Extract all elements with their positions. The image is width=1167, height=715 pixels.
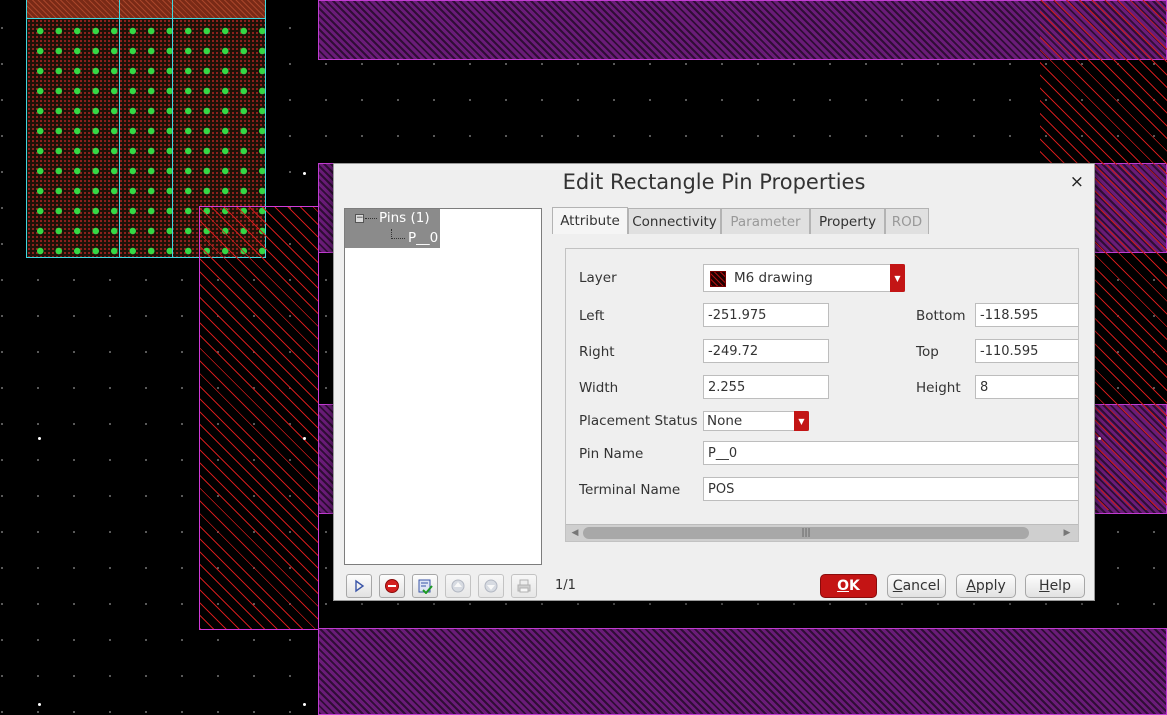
tree-connector bbox=[391, 238, 405, 239]
stop-icon bbox=[385, 579, 399, 593]
check-button[interactable] bbox=[412, 574, 438, 598]
chevron-down-icon[interactable]: ▼ bbox=[794, 411, 809, 431]
terminal-name-field[interactable] bbox=[703, 477, 1078, 501]
terminal-name-label: Terminal Name bbox=[579, 482, 681, 498]
checklist-icon bbox=[418, 579, 433, 594]
tab-attribute[interactable]: Attribute bbox=[552, 207, 628, 234]
edit-pin-dialog: Edit Rectangle Pin Properties × − Pins (… bbox=[333, 163, 1095, 601]
tree-item-pin[interactable]: P__0 bbox=[408, 230, 438, 246]
collapse-icon[interactable]: − bbox=[355, 214, 364, 223]
arrow-up-icon bbox=[451, 579, 465, 593]
scroll-right-icon[interactable]: ▶ bbox=[1060, 527, 1074, 539]
tab-rod[interactable]: ROD bbox=[885, 208, 929, 234]
hatch-region-right-top bbox=[1040, 0, 1167, 165]
width-label: Width bbox=[579, 380, 619, 396]
layer-value: M6 drawing bbox=[734, 270, 813, 286]
scroll-left-icon[interactable]: ◀ bbox=[568, 527, 582, 539]
array-divider-right bbox=[172, 0, 173, 258]
layer-label: Layer bbox=[579, 270, 617, 286]
tree-item-pins[interactable]: Pins (1) bbox=[379, 210, 430, 226]
print-button[interactable] bbox=[511, 574, 537, 598]
right-label: Right bbox=[579, 344, 615, 360]
pin-name-label: Pin Name bbox=[579, 446, 644, 462]
canvas-marker bbox=[303, 437, 306, 440]
array-divider-left bbox=[119, 0, 120, 258]
chevron-down-icon[interactable]: ▼ bbox=[890, 264, 905, 292]
tab-parameter[interactable]: Parameter bbox=[721, 208, 810, 234]
width-field[interactable] bbox=[703, 375, 829, 399]
left-field[interactable] bbox=[703, 303, 829, 327]
hatch-region-right bbox=[1095, 165, 1167, 510]
left-label: Left bbox=[579, 308, 605, 324]
move-up-button[interactable] bbox=[445, 574, 471, 598]
top-field[interactable] bbox=[975, 339, 1078, 363]
tab-connectivity[interactable]: Connectivity bbox=[628, 208, 721, 234]
tab-property[interactable]: Property bbox=[810, 208, 885, 234]
pin-name-field[interactable] bbox=[703, 441, 1078, 465]
help-button[interactable]: Help bbox=[1025, 574, 1085, 598]
placement-status-value: None bbox=[707, 413, 743, 429]
canvas-marker bbox=[303, 703, 306, 706]
tree-selection: − Pins (1) P__0 bbox=[345, 209, 440, 248]
ok-button[interactable]: OK bbox=[820, 574, 877, 598]
layer-swatch-icon bbox=[710, 271, 726, 287]
attribute-panel: Layer M6 drawing ▼ Left Bottom Right Top… bbox=[565, 248, 1079, 542]
bottom-label: Bottom bbox=[916, 308, 966, 324]
play-button[interactable] bbox=[346, 574, 372, 598]
height-field[interactable] bbox=[975, 375, 1078, 399]
placement-status-label: Placement Status bbox=[579, 413, 698, 429]
height-label: Height bbox=[916, 380, 961, 396]
placement-status-select[interactable]: None ▼ bbox=[703, 411, 809, 431]
move-down-button[interactable] bbox=[478, 574, 504, 598]
horizontal-scrollbar[interactable]: ◀ ||| ▶ bbox=[566, 524, 1078, 541]
bottom-field[interactable] bbox=[975, 303, 1078, 327]
pin-rectangle bbox=[199, 206, 319, 630]
apply-button[interactable]: Apply bbox=[956, 574, 1016, 598]
close-icon[interactable]: × bbox=[1070, 172, 1084, 192]
tree-connector bbox=[365, 218, 377, 219]
layer-select[interactable]: M6 drawing ▼ bbox=[703, 264, 905, 292]
scroll-thumb[interactable]: ||| bbox=[583, 527, 1029, 539]
top-label: Top bbox=[916, 344, 939, 360]
canvas-marker bbox=[38, 437, 41, 440]
dialog-title: Edit Rectangle Pin Properties bbox=[562, 170, 866, 194]
right-field[interactable] bbox=[703, 339, 829, 363]
canvas-marker bbox=[38, 703, 41, 706]
pin-tree[interactable]: − Pins (1) P__0 bbox=[344, 208, 542, 565]
title-bar[interactable]: Edit Rectangle Pin Properties × bbox=[334, 164, 1094, 202]
canvas-marker bbox=[1098, 437, 1101, 440]
print-icon bbox=[517, 579, 531, 593]
cancel-button[interactable]: Cancel bbox=[887, 574, 946, 598]
play-icon bbox=[355, 579, 365, 593]
arrow-down-icon bbox=[484, 579, 498, 593]
pin-counter: 1/1 bbox=[555, 578, 576, 593]
canvas-marker bbox=[303, 172, 306, 175]
poly-strip bbox=[26, 0, 266, 18]
stop-button[interactable] bbox=[379, 574, 405, 598]
metal-block-bottom bbox=[318, 628, 1167, 715]
